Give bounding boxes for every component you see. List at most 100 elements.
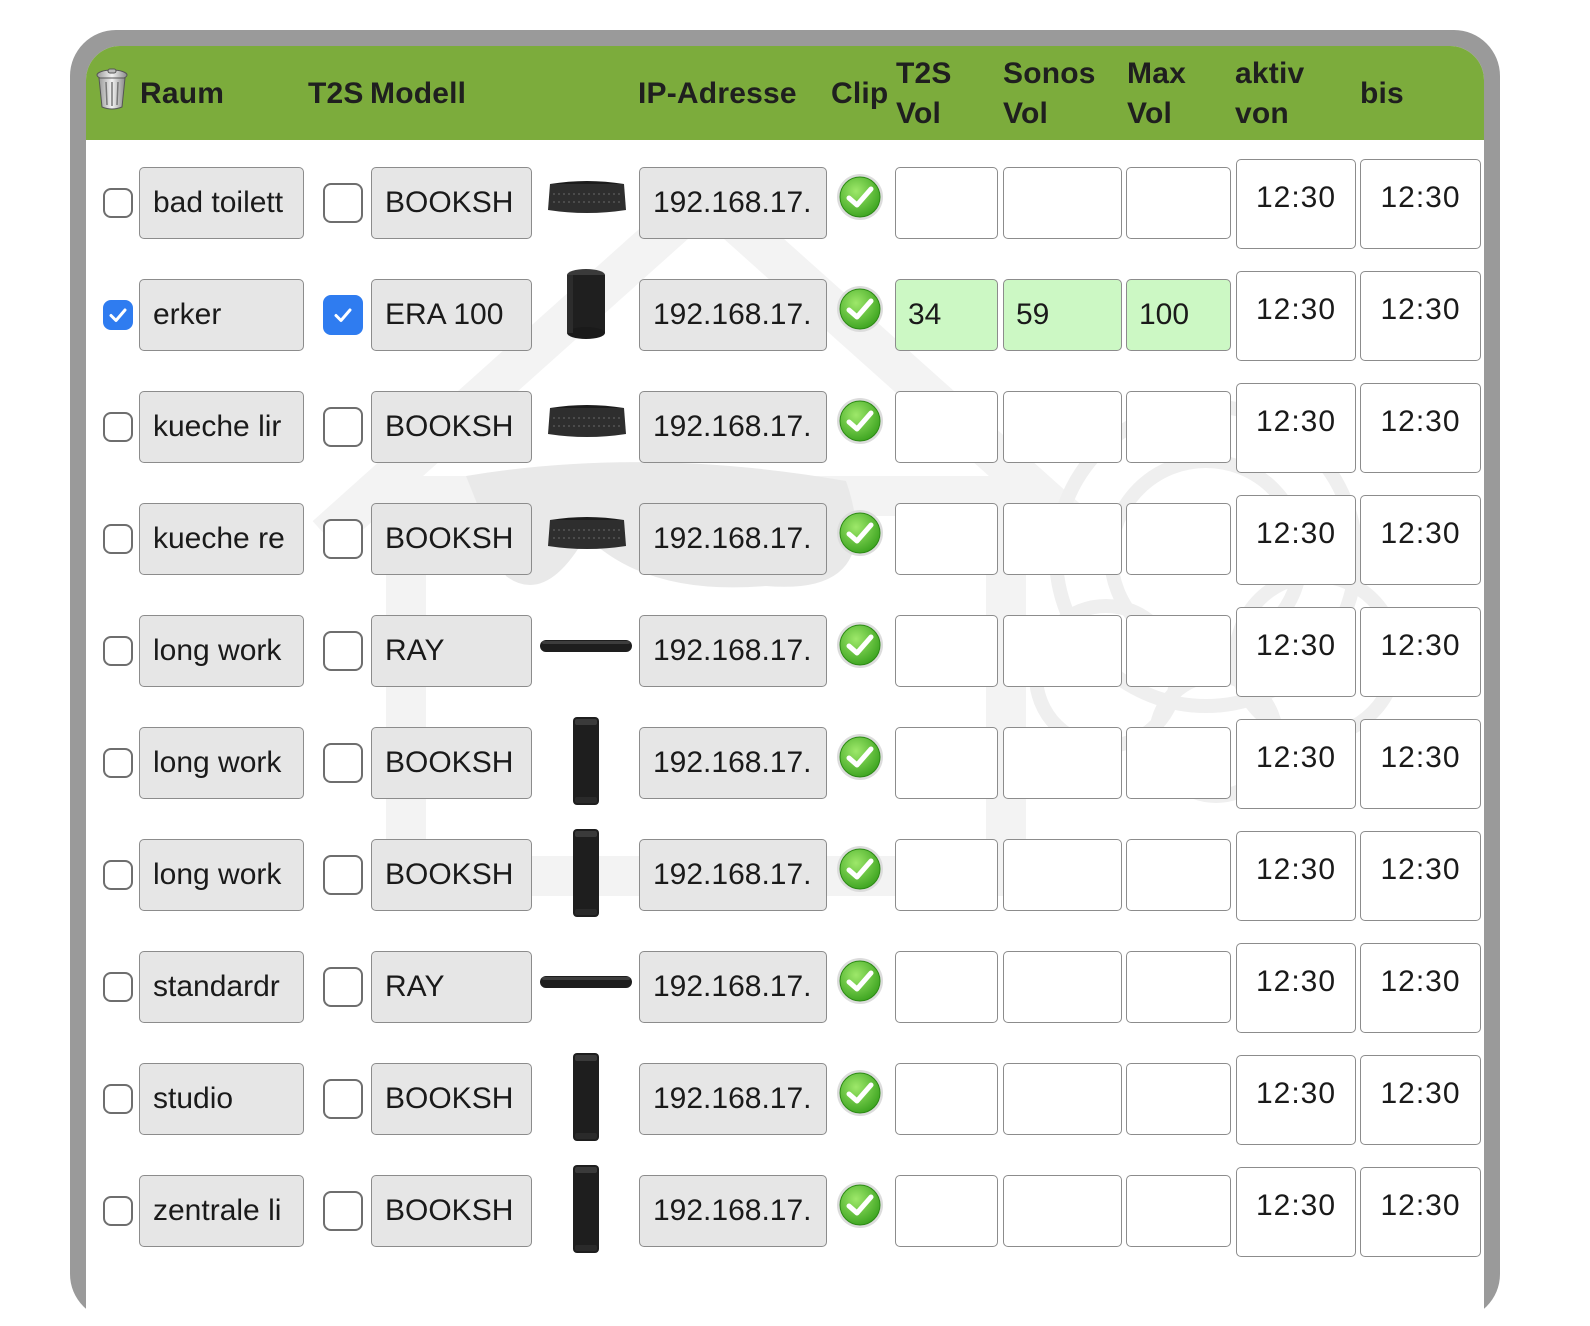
active-from-time-input[interactable]: 12:30 [1236,1167,1356,1257]
t2s-volume-input[interactable] [895,391,998,463]
model-field[interactable]: ERA 100 [371,279,532,351]
row-select-checkbox[interactable] [103,300,133,330]
ip-address-field[interactable]: 192.168.17. [639,1063,827,1135]
t2s-volume-input[interactable] [895,1063,998,1135]
clip-check-icon[interactable] [835,620,885,670]
ip-address-field[interactable]: 192.168.17. [639,279,827,351]
row-select-checkbox[interactable] [103,748,133,778]
t2s-volume-input[interactable] [895,1175,998,1247]
ip-address-field[interactable]: 192.168.17. [639,727,827,799]
max-volume-input[interactable] [1126,391,1231,463]
room-name-field[interactable]: studio [139,1063,304,1135]
clip-check-icon[interactable] [835,956,885,1006]
t2s-checkbox[interactable] [323,967,363,1007]
active-from-time-input[interactable]: 12:30 [1236,831,1356,921]
t2s-volume-input[interactable]: 34 [895,279,998,351]
ip-address-field[interactable]: 192.168.17. [639,951,827,1023]
sonos-volume-input[interactable] [1003,951,1122,1023]
sonos-volume-input[interactable] [1003,1063,1122,1135]
sonos-volume-input[interactable] [1003,167,1122,239]
t2s-checkbox[interactable] [323,295,363,335]
room-name-field[interactable]: kueche re [139,503,304,575]
t2s-checkbox[interactable] [323,519,363,559]
t2s-volume-input[interactable] [895,839,998,911]
room-name-field[interactable]: long work [139,615,304,687]
active-until-time-input[interactable]: 12:30 [1360,1055,1481,1145]
clip-check-icon[interactable] [835,1068,885,1118]
model-field[interactable]: BOOKSH [371,727,532,799]
active-until-time-input[interactable]: 12:30 [1360,495,1481,585]
t2s-volume-input[interactable] [895,951,998,1023]
ip-address-field[interactable]: 192.168.17. [639,391,827,463]
sonos-volume-input[interactable] [1003,727,1122,799]
row-select-checkbox[interactable] [103,1084,133,1114]
clip-check-icon[interactable] [835,172,885,222]
room-name-field[interactable]: standardr [139,951,304,1023]
row-select-checkbox[interactable] [103,1196,133,1226]
model-field[interactable]: RAY [371,951,532,1023]
sonos-volume-input[interactable]: 59 [1003,279,1122,351]
room-name-field[interactable]: zentrale li [139,1175,304,1247]
clip-check-icon[interactable] [835,284,885,334]
room-name-field[interactable]: long work [139,727,304,799]
t2s-volume-input[interactable] [895,503,998,575]
sonos-volume-input[interactable] [1003,1175,1122,1247]
row-select-checkbox[interactable] [103,412,133,442]
max-volume-input[interactable] [1126,951,1231,1023]
max-volume-input[interactable] [1126,727,1231,799]
max-volume-input[interactable] [1126,1063,1231,1135]
t2s-checkbox[interactable] [323,855,363,895]
model-field[interactable]: BOOKSH [371,1063,532,1135]
row-select-checkbox[interactable] [103,524,133,554]
active-from-time-input[interactable]: 12:30 [1236,159,1356,249]
trash-icon[interactable] [94,68,130,110]
t2s-checkbox[interactable] [323,1191,363,1231]
active-from-time-input[interactable]: 12:30 [1236,719,1356,809]
clip-check-icon[interactable] [835,1180,885,1230]
model-field[interactable]: BOOKSH [371,1175,532,1247]
row-select-checkbox[interactable] [103,860,133,890]
model-field[interactable]: BOOKSH [371,503,532,575]
sonos-volume-input[interactable] [1003,839,1122,911]
ip-address-field[interactable]: 192.168.17. [639,615,827,687]
active-from-time-input[interactable]: 12:30 [1236,495,1356,585]
ip-address-field[interactable]: 192.168.17. [639,167,827,239]
max-volume-input[interactable] [1126,839,1231,911]
sonos-volume-input[interactable] [1003,391,1122,463]
t2s-checkbox[interactable] [323,183,363,223]
room-name-field[interactable]: bad toilett [139,167,304,239]
max-volume-input[interactable] [1126,503,1231,575]
clip-check-icon[interactable] [835,396,885,446]
model-field[interactable]: BOOKSH [371,839,532,911]
model-field[interactable]: RAY [371,615,532,687]
active-from-time-input[interactable]: 12:30 [1236,607,1356,697]
active-until-time-input[interactable]: 12:30 [1360,607,1481,697]
active-from-time-input[interactable]: 12:30 [1236,1055,1356,1145]
active-from-time-input[interactable]: 12:30 [1236,943,1356,1033]
room-name-field[interactable]: kueche lir [139,391,304,463]
active-until-time-input[interactable]: 12:30 [1360,943,1481,1033]
sonos-volume-input[interactable] [1003,615,1122,687]
room-name-field[interactable]: long work [139,839,304,911]
t2s-volume-input[interactable] [895,727,998,799]
ip-address-field[interactable]: 192.168.17. [639,503,827,575]
row-select-checkbox[interactable] [103,636,133,666]
room-name-field[interactable]: erker [139,279,304,351]
row-select-checkbox[interactable] [103,972,133,1002]
active-from-time-input[interactable]: 12:30 [1236,383,1356,473]
t2s-checkbox[interactable] [323,407,363,447]
clip-check-icon[interactable] [835,508,885,558]
active-until-time-input[interactable]: 12:30 [1360,1167,1481,1257]
row-select-checkbox[interactable] [103,188,133,218]
active-from-time-input[interactable]: 12:30 [1236,271,1356,361]
model-field[interactable]: BOOKSH [371,391,532,463]
t2s-volume-input[interactable] [895,615,998,687]
ip-address-field[interactable]: 192.168.17. [639,839,827,911]
t2s-checkbox[interactable] [323,1079,363,1119]
clip-check-icon[interactable] [835,732,885,782]
max-volume-input[interactable] [1126,167,1231,239]
active-until-time-input[interactable]: 12:30 [1360,271,1481,361]
active-until-time-input[interactable]: 12:30 [1360,159,1481,249]
active-until-time-input[interactable]: 12:30 [1360,383,1481,473]
ip-address-field[interactable]: 192.168.17. [639,1175,827,1247]
